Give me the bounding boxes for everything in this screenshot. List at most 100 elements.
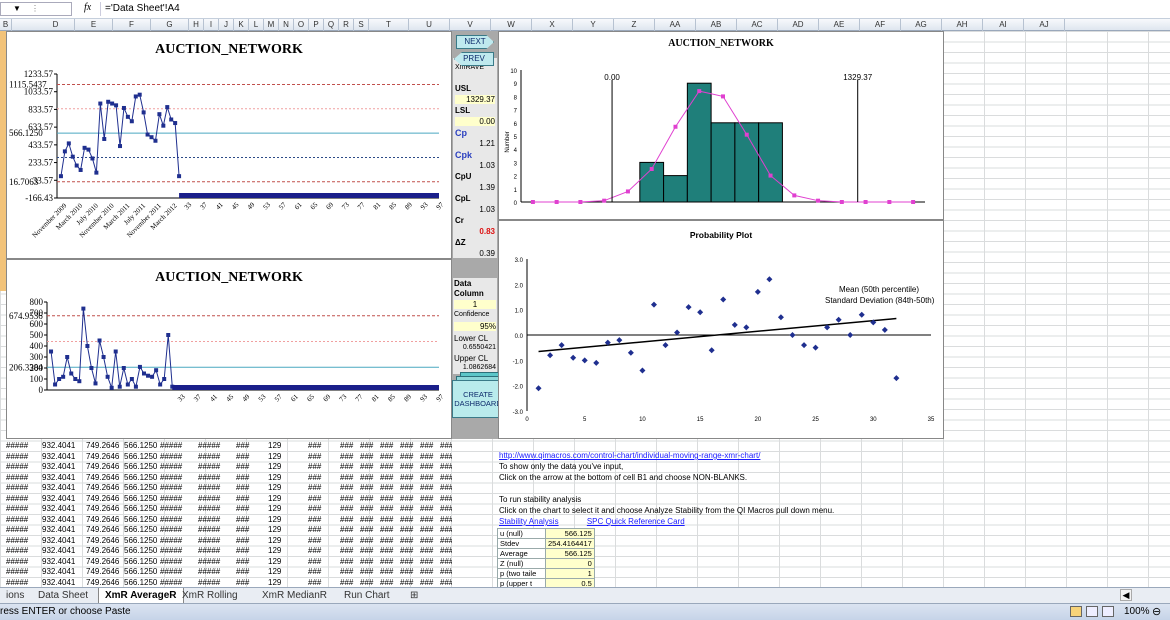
insert-sheet-icon[interactable]: ⊞ [404, 588, 424, 603]
table-row[interactable]: ##### 932.4041 749.2646 566.1250 ##### ##### #… [6, 504, 452, 514]
y-tick-label: 400 [30, 341, 44, 351]
row-stub-header[interactable]: B [0, 19, 12, 31]
column-header-N[interactable]: N [279, 19, 294, 31]
tab-data-sheet[interactable]: Data Sheet [32, 588, 94, 603]
x-tick-label: 69 [322, 392, 333, 403]
fx-icon[interactable]: fx [84, 2, 91, 13]
table-cell: ### [400, 472, 414, 482]
column-header-D[interactable]: D [37, 19, 75, 31]
table-cell: ### [380, 525, 394, 534]
stability-analysis-link[interactable]: Stability Analysis [499, 517, 559, 526]
column-header-V[interactable]: V [450, 19, 491, 31]
column-header-AG[interactable]: AG [901, 19, 942, 31]
table-row[interactable]: ##### 932.4041 749.2646 566.1250 ##### ##### #… [6, 483, 452, 493]
prob-point [662, 342, 669, 349]
tab-xmr-medianr[interactable]: XmR MedianR [256, 588, 333, 603]
curve-point [839, 200, 844, 204]
table-row[interactable]: ##### 932.4041 749.2646 566.1250 ##### ##### #… [6, 557, 452, 567]
column-header-S[interactable]: S [354, 19, 369, 31]
column-header-AB[interactable]: AB [696, 19, 737, 31]
next-button[interactable]: NEXT [456, 35, 494, 49]
column-header-R[interactable]: R [339, 19, 354, 31]
data-point [106, 99, 111, 104]
table-cell: ##### [198, 504, 221, 513]
prob-point [720, 296, 727, 303]
table-row[interactable]: ##### 932.4041 749.2646 566.1250 ##### ##### #… [6, 546, 452, 556]
column-header-X[interactable]: X [532, 19, 573, 31]
column-header-W[interactable]: W [491, 19, 532, 31]
formula-input[interactable]: ='Data Sheet'!A4 [100, 2, 1168, 16]
tab-xmr-averager[interactable]: XmR AverageR [98, 588, 184, 603]
tab-run-chart[interactable]: Run Chart [338, 588, 396, 603]
table-row[interactable]: ##### 932.4041 749.2646 566.1250 ##### ##### #… [6, 515, 452, 525]
tab-xmr-rolling[interactable]: XmR Rolling [176, 588, 244, 603]
zoom-out-icon[interactable]: ⊖ [1152, 605, 1161, 618]
data-point [101, 355, 106, 359]
table-cell: ### [440, 472, 452, 482]
confidence-value[interactable]: 95% [454, 322, 496, 331]
table-row[interactable]: ##### 932.4041 749.2646 566.1250 ##### ##### #… [6, 473, 452, 483]
table-row[interactable]: ##### 932.4041 749.2646 566.1250 ##### ##### #… [6, 452, 452, 462]
table-row[interactable]: ##### 932.4041 749.2646 566.1250 ##### ##### #… [6, 525, 452, 535]
column-header-E[interactable]: E [75, 19, 113, 31]
data-point [49, 349, 54, 354]
column-header-K[interactable]: K [234, 19, 249, 31]
histogram-chart[interactable]: AUCTION_NETWORK 10 9 8 7 6 5 4 3 2 1 0 Number 0.00 13… [498, 31, 944, 220]
column-header-AE[interactable]: AE [819, 19, 860, 31]
data-column-value[interactable]: 1 [454, 300, 496, 309]
table-row[interactable]: ##### 932.4041 749.2646 566.1250 ##### ##### #… [6, 462, 452, 472]
hist-y-tick: 6 [514, 122, 518, 128]
page-layout-icon[interactable] [1086, 606, 1098, 617]
data-point [146, 373, 151, 378]
table-cell: ### [380, 504, 394, 513]
column-header-AH[interactable]: AH [942, 19, 983, 31]
delta-z-label: ΔZ [455, 238, 466, 247]
table-row[interactable]: ##### 932.4041 749.2646 566.1250 ##### ##### #… [6, 578, 452, 588]
column-header-I[interactable]: I [204, 19, 219, 31]
column-header-T[interactable]: T [369, 19, 409, 31]
xmr-range-chart[interactable]: AUCTION_NETWORK 800 700 600 500 400 300 200 100… [6, 259, 452, 439]
create-dashboard-button[interactable]: CREATE DASHBOARD [452, 380, 504, 418]
stat-cell: 1 [545, 568, 595, 579]
page-break-icon[interactable] [1102, 606, 1114, 617]
column-header-AJ[interactable]: AJ [1024, 19, 1065, 31]
table-cell: ### [440, 567, 452, 576]
column-header-AF[interactable]: AF [860, 19, 901, 31]
column-header-H[interactable]: H [189, 19, 204, 31]
column-header-L[interactable]: L [249, 19, 264, 31]
qimacros-link[interactable]: http://www.qimacros.com/control-chart/in… [499, 450, 959, 461]
column-header-J[interactable]: J [219, 19, 234, 31]
column-header-AD[interactable]: AD [778, 19, 819, 31]
name-box[interactable]: ▼ ⋮ [0, 2, 72, 16]
y-tick-label: 500 [30, 330, 44, 340]
column-header-AA[interactable]: AA [655, 19, 696, 31]
tab-ions[interactable]: ions [0, 588, 30, 603]
column-header-AI[interactable]: AI [983, 19, 1024, 31]
column-header-Y[interactable]: Y [573, 19, 614, 31]
table-row[interactable]: ##### 932.4041 749.2646 566.1250 ##### ##### #… [6, 441, 452, 451]
table-cell: ### [308, 535, 322, 545]
xmr-x-chart[interactable]: AUCTION_NETWORK 1233.57 1033.57 833.57 633.… [6, 31, 452, 259]
column-header-Z[interactable]: Z [614, 19, 655, 31]
column-header-G[interactable]: G [151, 19, 189, 31]
column-header-U[interactable]: U [409, 19, 450, 31]
prev-button[interactable]: PREV [454, 52, 494, 66]
column-header-P[interactable]: P [309, 19, 324, 31]
column-header-M[interactable]: M [264, 19, 279, 31]
prob-x-tick: 35 [928, 417, 935, 423]
probability-plot-chart[interactable]: Probability Plot Mean (50th percentile) … [498, 220, 944, 439]
table-row[interactable]: ##### 932.4041 749.2646 566.1250 ##### ##### #… [6, 494, 452, 504]
normal-view-icon[interactable] [1070, 606, 1082, 617]
column-header-O[interactable]: O [294, 19, 309, 31]
column-header-Q[interactable]: Q [324, 19, 339, 31]
spc-reference-link[interactable]: SPC Quick Reference Card [587, 517, 685, 526]
table-row[interactable]: ##### 932.4041 749.2646 566.1250 ##### ##### #… [6, 567, 452, 577]
scroll-left-icon[interactable]: ◀ [1120, 589, 1132, 601]
table-cell: ### [340, 493, 354, 503]
name-box-dropdown-icon[interactable]: ▼ [13, 4, 21, 13]
column-header-F[interactable]: F [113, 19, 151, 31]
table-row[interactable]: ##### 932.4041 749.2646 566.1250 ##### ##### #… [6, 536, 452, 546]
data-point [154, 368, 159, 373]
column-header-AC[interactable]: AC [737, 19, 778, 31]
table-cell: ### [400, 451, 414, 461]
